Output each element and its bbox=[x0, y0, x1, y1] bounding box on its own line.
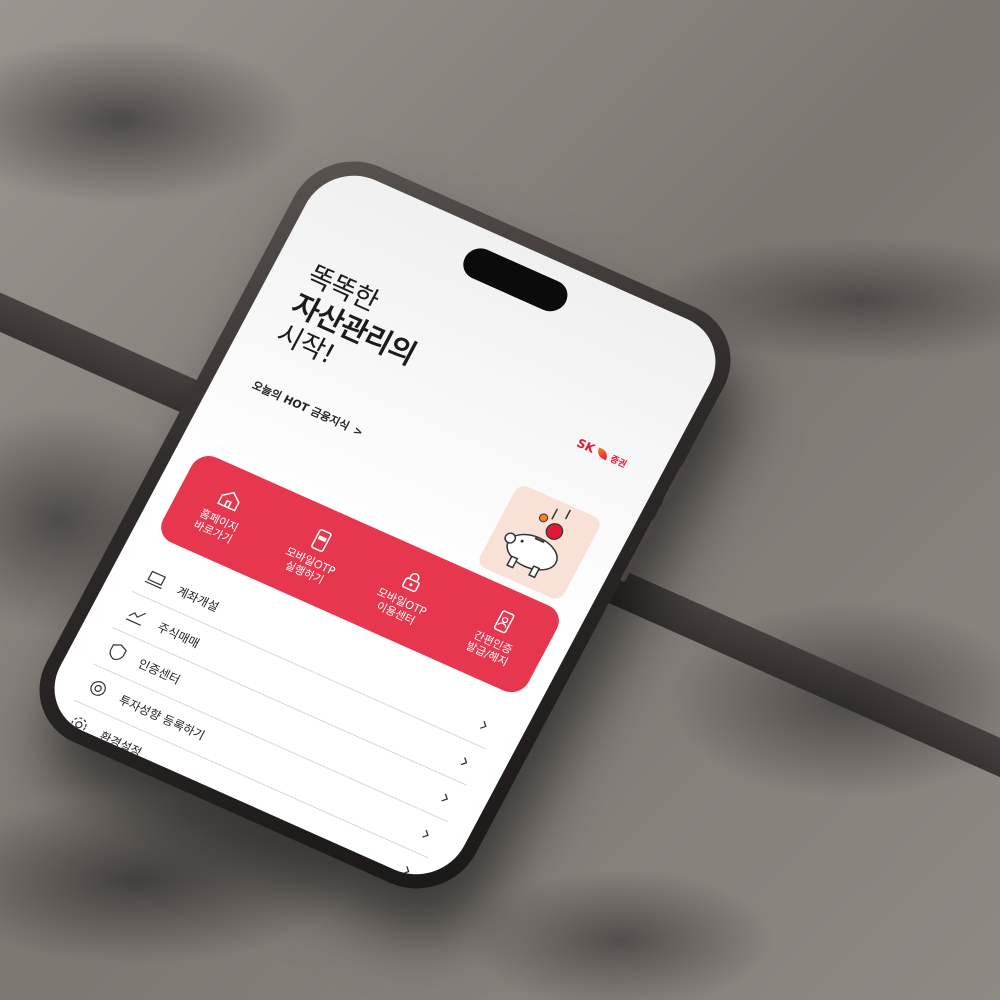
chevron-right-icon: > bbox=[351, 423, 366, 439]
background-scene: 똑똑한 자산관리의 시작! SK 증권 오늘의 HOT 금융지식 > 홈페이지 … bbox=[0, 0, 1000, 1000]
quick-simple-auth[interactable]: 간편인증 발급/해지 bbox=[442, 592, 552, 678]
hot-knowledge-link[interactable]: 오늘의 HOT 금융지식 > bbox=[249, 377, 366, 440]
brand-name: SK bbox=[574, 435, 598, 456]
brand-sub: 증권 bbox=[608, 454, 629, 470]
otp-icon bbox=[311, 528, 332, 552]
laptop-icon bbox=[144, 570, 167, 590]
brand-wing-icon bbox=[595, 447, 611, 460]
quick-homepage[interactable]: 홈페이지 바로가기 bbox=[168, 470, 278, 556]
quick-otp-run[interactable]: 모바일OTP 실행하기 bbox=[259, 511, 369, 597]
brand-logo: SK 증권 bbox=[574, 436, 629, 470]
home-icon bbox=[217, 491, 240, 512]
chart-icon bbox=[125, 612, 147, 626]
gear-icon bbox=[71, 717, 87, 733]
hot-knowledge-label: 오늘의 HOT 금융지식 bbox=[249, 378, 352, 433]
page-title: 똑똑한 자산관리의 시작! bbox=[271, 259, 437, 400]
smartphone: 똑똑한 자산관리의 시작! SK 증권 오늘의 HOT 금융지식 > 홈페이지 … bbox=[17, 141, 753, 909]
id-card-icon bbox=[494, 609, 515, 633]
dynamic-island bbox=[457, 243, 574, 317]
quick-otp-center[interactable]: 모바일OTP 이용센터 bbox=[351, 551, 461, 637]
phone-screen: 똑똑한 자산관리의 시작! SK 증권 오늘의 HOT 금융지식 > 홈페이지 … bbox=[36, 159, 734, 891]
shield-icon bbox=[109, 644, 127, 660]
lock-icon bbox=[402, 572, 420, 592]
target-icon bbox=[90, 681, 106, 696]
phone-body: 똑똑한 자산관리의 시작! SK 증권 오늘의 HOT 금융지식 > 홈페이지 … bbox=[17, 141, 753, 909]
volume-button bbox=[662, 465, 686, 503]
